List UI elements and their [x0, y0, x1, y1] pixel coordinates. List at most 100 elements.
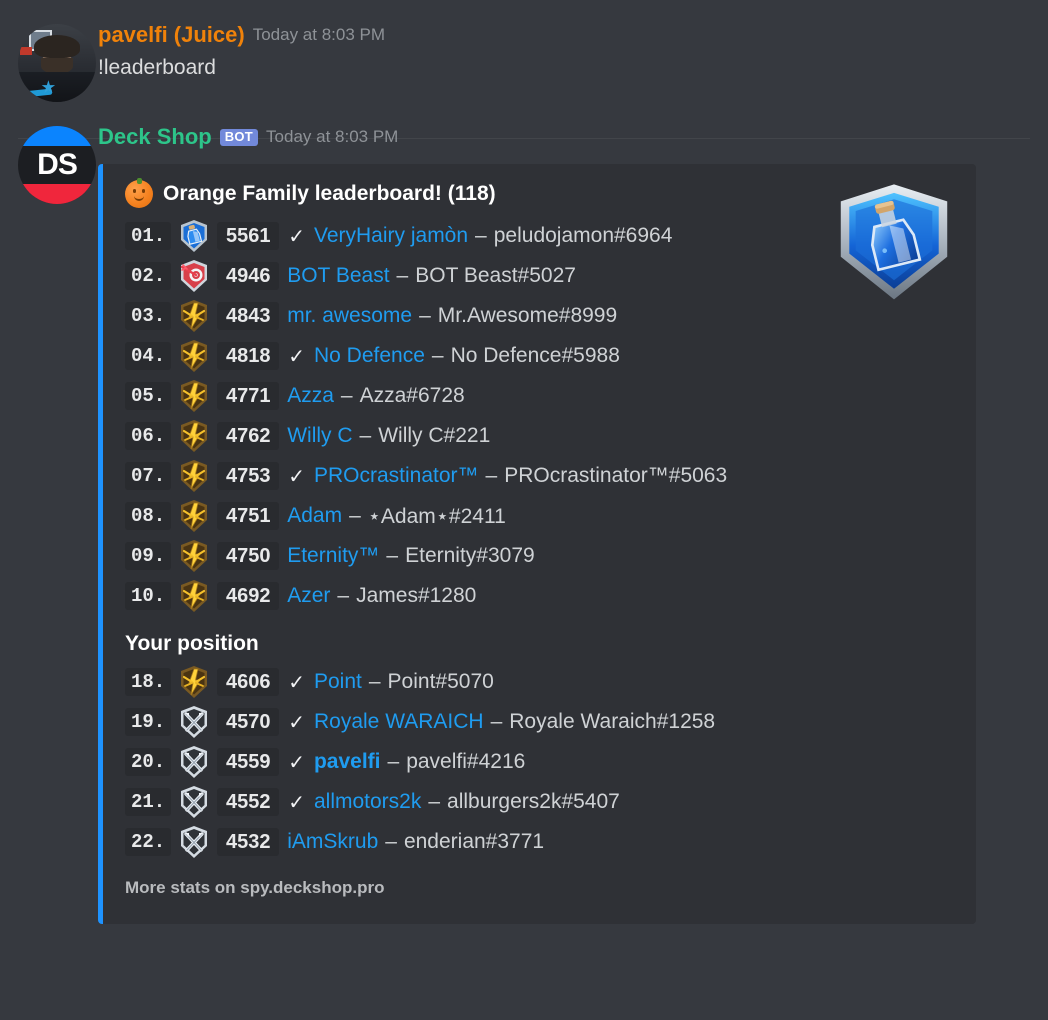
avatar-column: DS — [18, 124, 96, 924]
your-position-heading: Your position — [125, 632, 259, 655]
discord-tag: peludojamon#6964 — [493, 224, 673, 247]
separator-dash: – — [359, 424, 372, 447]
arena-silver-icon — [179, 785, 209, 819]
verified-check-icon: ✓ — [288, 671, 305, 694]
separator-dash: – — [368, 670, 381, 693]
leaderboard-row: 10. 4692 Azer – James#1280 — [125, 576, 958, 616]
player-name[interactable]: Adam — [287, 504, 342, 528]
player-name[interactable]: Royale WARAICH — [314, 710, 484, 734]
rank-number: 06. — [125, 422, 172, 450]
avatar-initials: DS — [37, 148, 78, 181]
message-header: pavelfi (Juice) Today at 8:03 PM — [98, 22, 1030, 48]
arena-silver-icon — [179, 705, 209, 739]
rank-number: 20. — [125, 748, 172, 776]
embed-title-text: Orange Family leaderboard! (118) — [163, 182, 496, 205]
player-name[interactable]: Azer — [287, 584, 330, 608]
message-author-name[interactable]: Deck Shop — [98, 124, 212, 150]
discord-chat-view: pavelfi (Juice) Today at 8:03 PM !leader… — [0, 0, 1048, 1020]
separator-dash: – — [428, 790, 441, 813]
discord-tag: ⋆Adam⋆#2411 — [367, 504, 506, 528]
message-header: Deck Shop BOT Today at 8:03 PM — [98, 124, 1030, 150]
separator-dash: – — [386, 544, 399, 567]
message-content: pavelfi (Juice) Today at 8:03 PM !leader… — [80, 22, 1030, 102]
arena-silver-icon — [179, 825, 209, 859]
rank-number: 21. — [125, 788, 172, 816]
discord-tag: Willy C#221 — [378, 424, 491, 447]
player-name[interactable]: No Defence — [314, 344, 425, 368]
arena-gold-icon — [179, 459, 209, 493]
separator-dash: – — [340, 384, 353, 407]
player-name[interactable]: allmotors2k — [314, 790, 421, 814]
embed-footer-text: More stats on spy.deckshop.pro — [125, 878, 385, 897]
arena-silver-icon — [179, 745, 209, 779]
avatar-column — [18, 22, 96, 102]
leaderboard-embed: Orange Family leaderboard! (118) 01. 556… — [98, 164, 976, 924]
message-bot: DS Deck Shop BOT Today at 8:03 PM Orange… — [0, 102, 1048, 924]
arena-potion-icon — [179, 219, 209, 253]
discord-tag: Eternity#3079 — [405, 544, 535, 567]
orange-icon — [125, 178, 153, 208]
trophy-score: 4692 — [217, 582, 280, 610]
player-name[interactable]: Point — [314, 670, 362, 694]
player-name[interactable]: mr. awesome — [287, 304, 412, 328]
separator-dash: – — [431, 344, 444, 367]
arena-gold-icon — [179, 339, 209, 373]
player-name[interactable]: Azza — [287, 384, 334, 408]
bot-badge: BOT — [219, 128, 259, 146]
verified-check-icon: ✓ — [288, 465, 305, 488]
leaderboard-row: 22. 4532 iAmSkrub – enderian#3771 — [125, 822, 958, 862]
leaderboard-row: 04. 4818 ✓ No Defence – No Defence#5988 — [125, 336, 958, 376]
player-name[interactable]: Eternity™ — [287, 544, 379, 568]
separator-dash: – — [485, 464, 498, 487]
verified-check-icon: ✓ — [288, 791, 305, 814]
rank-number: 02. — [125, 262, 172, 290]
player-name[interactable]: VeryHairy jamòn — [314, 224, 468, 248]
arena-target-icon — [179, 259, 209, 293]
separator-dash: – — [337, 584, 350, 607]
leaderboard-row: 06. 4762 Willy C – Willy C#221 — [125, 416, 958, 456]
message-author-name[interactable]: pavelfi (Juice) — [98, 22, 245, 48]
rank-number: 10. — [125, 582, 172, 610]
trophy-score: 4750 — [217, 542, 280, 570]
pavelfi-avatar[interactable] — [18, 24, 96, 102]
discord-tag: No Defence#5988 — [450, 344, 620, 367]
arena-gold-icon — [179, 379, 209, 413]
trophy-score: 4552 — [217, 788, 280, 816]
trophy-score: 4753 — [217, 462, 280, 490]
discord-tag: Royale Waraich#1258 — [509, 710, 716, 733]
rank-number: 18. — [125, 668, 172, 696]
avatar-hair-detail — [33, 34, 81, 59]
separator-dash: – — [349, 504, 361, 527]
player-name[interactable]: Willy C — [287, 424, 352, 448]
verified-check-icon: ✓ — [288, 751, 305, 774]
verified-check-icon: ✓ — [288, 345, 305, 368]
player-name[interactable]: BOT Beast — [287, 264, 389, 288]
player-name[interactable]: pavelfi — [314, 750, 381, 774]
message-timestamp: Today at 8:03 PM — [252, 25, 386, 44]
trophy-score: 4570 — [217, 708, 280, 736]
player-name[interactable]: PROcrastinator™ — [314, 464, 479, 488]
leaderboard-row: 18. 4606 ✓ Point – Point#5070 — [125, 662, 958, 702]
discord-tag: Point#5070 — [387, 670, 494, 693]
discord-tag: PROcrastinator™#5063 — [504, 464, 728, 487]
trophy-score: 4946 — [217, 262, 280, 290]
message-text: !leaderboard — [98, 56, 216, 79]
separator-dash: – — [387, 750, 400, 773]
arena-gold-icon — [179, 665, 209, 699]
trophy-score: 4532 — [217, 828, 280, 856]
leaderboard-row: 19. 4570 ✓ Royale WARAICH – Royale Waraich#1… — [125, 702, 958, 742]
discord-tag: pavelfi#4216 — [406, 750, 526, 773]
deck-shop-avatar[interactable]: DS — [18, 126, 96, 204]
separator-dash: – — [490, 710, 503, 733]
separator-dash: – — [396, 264, 409, 287]
avatar-red-detail — [19, 47, 33, 56]
trophy-score: 4818 — [217, 342, 280, 370]
arena-gold-icon — [179, 419, 209, 453]
separator-dash: – — [419, 304, 431, 327]
separator-dash: – — [475, 224, 487, 247]
arena-badge-potion-thumbnail — [830, 178, 958, 310]
discord-tag: James#1280 — [356, 584, 477, 607]
player-name[interactable]: iAmSkrub — [287, 830, 378, 854]
trophy-score: 5561 — [217, 222, 280, 250]
leaderboard-row: 21. 4552 ✓ allmotors2k – allburgers2k#5407 — [125, 782, 958, 822]
